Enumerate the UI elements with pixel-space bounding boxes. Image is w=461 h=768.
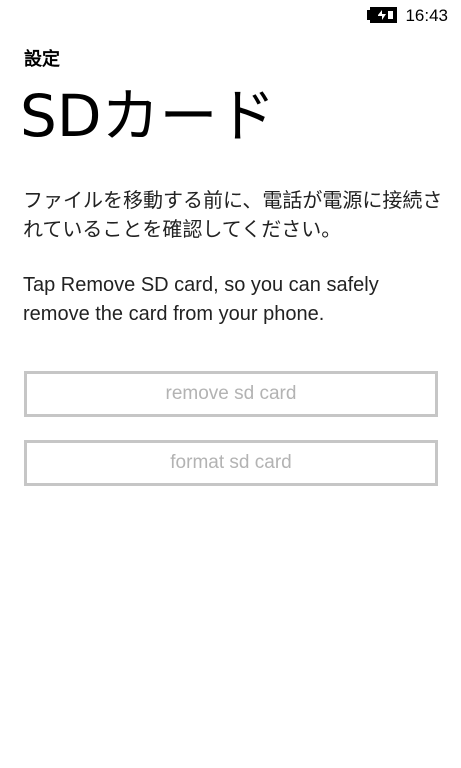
page-title: SDカード [20,82,276,150]
format-sd-card-button[interactable]: format sd card [24,440,438,486]
status-bar: 16:43 [0,0,461,32]
battery-charging-icon [367,7,397,23]
app-title: 設定 [24,49,60,70]
instruction-text: Tap Remove SD card, so you can safely re… [23,274,379,325]
clock: 16:43 [405,6,448,25]
warning-text: ファイルを移動する前に、電話が電源に接続されていることを確認してください。 [23,188,443,241]
remove-sd-card-button[interactable]: remove sd card [24,371,438,417]
